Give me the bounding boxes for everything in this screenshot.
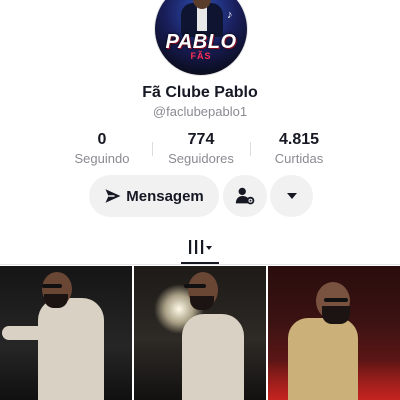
tab-divider [0, 264, 400, 265]
message-button-label: Mensagem [126, 187, 204, 205]
stat-followers-count: 774 [187, 131, 215, 148]
grid-bars-icon [189, 240, 212, 254]
stat-followers-label: Seguidores [168, 151, 234, 166]
stat-following-label: Seguindo [74, 151, 130, 166]
video-thumbnail[interactable] [0, 266, 132, 400]
stat-likes[interactable]: 4.815 Curtidas [249, 130, 349, 168]
stat-likes-label: Curtidas [274, 151, 324, 166]
avatar-logo-subtext: FÃS [190, 51, 212, 61]
stat-following-count: 0 [97, 131, 107, 148]
message-button[interactable]: Mensagem [89, 175, 219, 217]
video-thumbnail[interactable] [268, 266, 400, 400]
stat-following[interactable]: 0 Seguindo [52, 130, 152, 168]
stat-likes-count: 4.815 [278, 131, 320, 148]
profile-name: Fã Clube Pablo [142, 84, 258, 101]
video-thumbnail[interactable] [134, 266, 266, 400]
profile-avatar[interactable]: ♪ PABLO FÃS [154, 0, 248, 76]
tiktok-logo-icon: ♪ [227, 9, 233, 21]
follow-settings-button[interactable] [223, 175, 267, 217]
more-options-button[interactable] [270, 175, 313, 217]
caret-down-icon [286, 193, 297, 199]
stat-followers[interactable]: 774 Seguidores [151, 130, 251, 168]
person-settings-icon [235, 187, 255, 205]
tab-videos[interactable] [182, 233, 218, 261]
video-grid [0, 266, 400, 400]
send-icon [105, 189, 121, 203]
profile-handle: @faclubepablo1 [152, 104, 248, 119]
profile-stats: 0 Seguindo 774 Seguidores 4.815 Curtidas [0, 130, 400, 170]
